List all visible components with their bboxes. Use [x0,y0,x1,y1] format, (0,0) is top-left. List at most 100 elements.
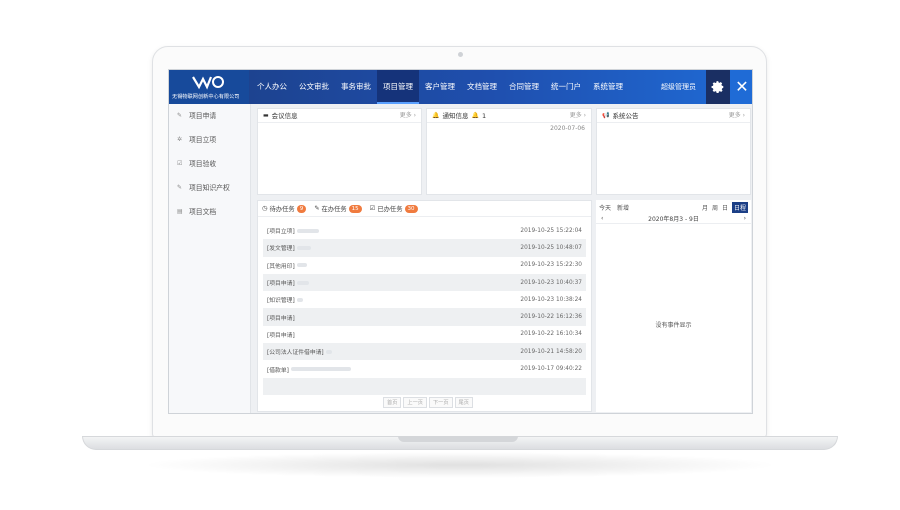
edit-icon: ✎ [177,184,183,191]
tasks-panel: ◷ 待办任务 9 ✎ 在办任务 15 ☑ 已办任务 30 [项目立项] 2019-10-25 … [257,200,592,412]
view-month[interactable]: 月 [702,203,708,212]
camera-dot [458,52,463,57]
nav-item-affair-approval[interactable]: 事务审批 [335,70,377,104]
redacted-text [296,263,307,268]
edit-icon: ✎ [314,205,320,212]
tab-done[interactable]: ☑ 已办任务 30 [370,204,418,213]
table-row[interactable]: [项目申请] 2019-10-22 16:10:34 [263,326,586,343]
gear-icon: ✲ [177,136,183,143]
nav-item-doc-approval[interactable]: 公文审批 [293,70,335,104]
task-label: [项目申请] [267,315,295,322]
task-time: 2019-10-23 15:22:30 [520,262,582,269]
nav-item-customer[interactable]: 客户管理 [419,70,461,104]
table-row[interactable]: [项目申请] 2019-10-23 10:40:37 [263,273,586,292]
gear-icon [711,81,724,94]
sidebar-item-project-acceptance[interactable]: ☑ 项目验收 [169,152,250,176]
count-badge: 30 [404,204,418,213]
nav-item-project[interactable]: 项目管理 [377,70,419,104]
tab-label: 已办任务 [377,206,403,213]
app-screen: 无锡物联网创新中心有限公司 个人办公 公文审批 事务审批 项目管理 客户管理 文… [168,69,753,414]
pagination: 首页 上一页 下一页 尾页 [383,397,473,408]
sidebar-item-project-ip[interactable]: ✎ 项目知识产权 [169,176,250,200]
redacted-text [290,367,351,372]
table-row[interactable]: [发文管理] 2019-10-25 10:48:07 [263,239,586,257]
redacted-text [296,228,319,233]
nav-item-contracts[interactable]: 合同管理 [503,70,545,104]
view-agenda[interactable]: 日程 [731,201,748,213]
check-square-icon: ☑ [369,205,376,212]
table-row[interactable]: [公司法人证件借申请] 2019-10-21 14:58:20 [263,343,586,361]
task-time: 2019-10-25 15:22:04 [520,227,582,234]
task-time: 2019-10-22 16:12:36 [520,314,582,321]
nav-item-documents[interactable]: 文档管理 [461,70,503,104]
sidebar-item-project-setup[interactable]: ✲ 项目立项 [169,128,250,152]
megaphone-icon: 📢 [602,111,610,119]
settings-button[interactable] [706,70,730,104]
briefcase-icon: ▬ [263,111,269,119]
prev-page-button[interactable]: 上一页 [403,397,427,408]
table-row[interactable]: [借款单] 2019-10-17 09:40:22 [263,360,586,377]
user-name[interactable]: 超级管理员 [661,70,696,104]
sidebar-item-project-docs[interactable]: ▤ 项目文档 [169,200,250,224]
task-label: [项目立项] [267,229,295,236]
clock-icon: ◷ [262,205,268,212]
task-tabs: ◷ 待办任务 9 ✎ 在办任务 15 ☑ 已办任务 30 [258,201,591,217]
announcement-panel: 📢 系统公告 更多 › [596,108,751,195]
notice-count: 1 [481,111,487,120]
panel-title: 会议信息 [271,111,298,120]
sidebar-item-project-apply[interactable]: ✎ 项目申请 [169,104,250,128]
today-button[interactable]: 今天 [599,203,611,212]
sidebar-item-label: 项目立项 [189,136,217,144]
table-row[interactable]: [知识管理] 2019-10-23 10:38:24 [263,291,586,308]
table-row-empty [263,377,586,395]
tab-pending[interactable]: ◷ 待办任务 9 [262,204,307,213]
meeting-panel: ▬ 会议信息 更多 › [257,108,422,195]
sidebar-item-label: 项目验收 [189,160,217,168]
view-day[interactable]: 日 [722,203,728,212]
tab-in-progress[interactable]: ✎ 在办任务 15 [314,204,362,213]
notice-panel: 🔔 通知信息 🔔 1 更多 › 2020-07-06 [426,108,592,195]
new-event-button[interactable]: 新增 [617,203,629,212]
check-square-icon: ☑ [177,160,183,167]
announcement-panel-header: 📢 系统公告 更多 › [597,109,750,123]
calendar-empty-message: 没有事件显示 [655,322,692,329]
count-badge: 9 [296,204,307,213]
next-page-button[interactable]: 下一页 [428,397,453,408]
table-row[interactable]: [项目立项] 2019-10-25 15:22:04 [263,222,586,239]
task-time: 2019-10-21 14:58:20 [520,348,582,355]
notice-panel-header: 🔔 通知信息 🔔 1 更多 › [427,109,591,123]
redacted-text [325,349,332,354]
notice-date: 2020-07-06 [550,125,585,132]
table-row[interactable]: [其他用印] 2019-10-23 15:22:30 [263,257,586,274]
first-page-button[interactable]: 首页 [383,397,402,408]
bell-icon: 🔔 [471,111,479,119]
more-link[interactable]: 更多 › [400,109,416,123]
list-icon: ▤ [177,208,183,215]
more-link[interactable]: 更多 › [729,109,745,123]
redacted-text [296,245,311,250]
task-label: [其他用印] [267,263,295,270]
count-badge: 15 [348,204,362,213]
task-time: 2019-10-17 09:40:22 [520,366,582,373]
task-label: [项目申请] [267,281,295,288]
panel-title: 系统公告 [612,111,639,120]
chevron-left-icon[interactable]: ‹ [601,215,603,222]
task-label: [发文管理] [267,246,295,253]
sidebar-item-label: 项目文档 [189,208,217,216]
task-label: [项目申请] [267,332,295,339]
company-name: 无锡物联网创新中心有限公司 [172,94,240,100]
close-button[interactable]: ✕ [730,70,752,104]
top-navbar: 无锡物联网创新中心有限公司 个人办公 公文审批 事务审批 项目管理 客户管理 文… [169,70,752,104]
table-row[interactable]: [项目申请] 2019-10-22 16:12:36 [263,308,586,326]
edit-icon: ✎ [177,112,183,119]
sidebar-item-label: 项目申请 [189,112,217,120]
task-time: 2019-10-23 10:38:24 [520,296,582,303]
chevron-right-icon[interactable]: › [744,215,746,222]
nav-item-system[interactable]: 系统管理 [587,70,629,104]
more-link[interactable]: 更多 › [570,109,586,123]
nav-item-portal[interactable]: 统一门户 [545,70,587,104]
main-nav: 个人办公 公文审批 事务审批 项目管理 客户管理 文档管理 合同管理 统一门户 … [251,70,629,104]
view-week[interactable]: 周 [712,203,718,212]
nav-item-personal[interactable]: 个人办公 [251,70,293,104]
last-page-button[interactable]: 尾页 [454,397,473,408]
